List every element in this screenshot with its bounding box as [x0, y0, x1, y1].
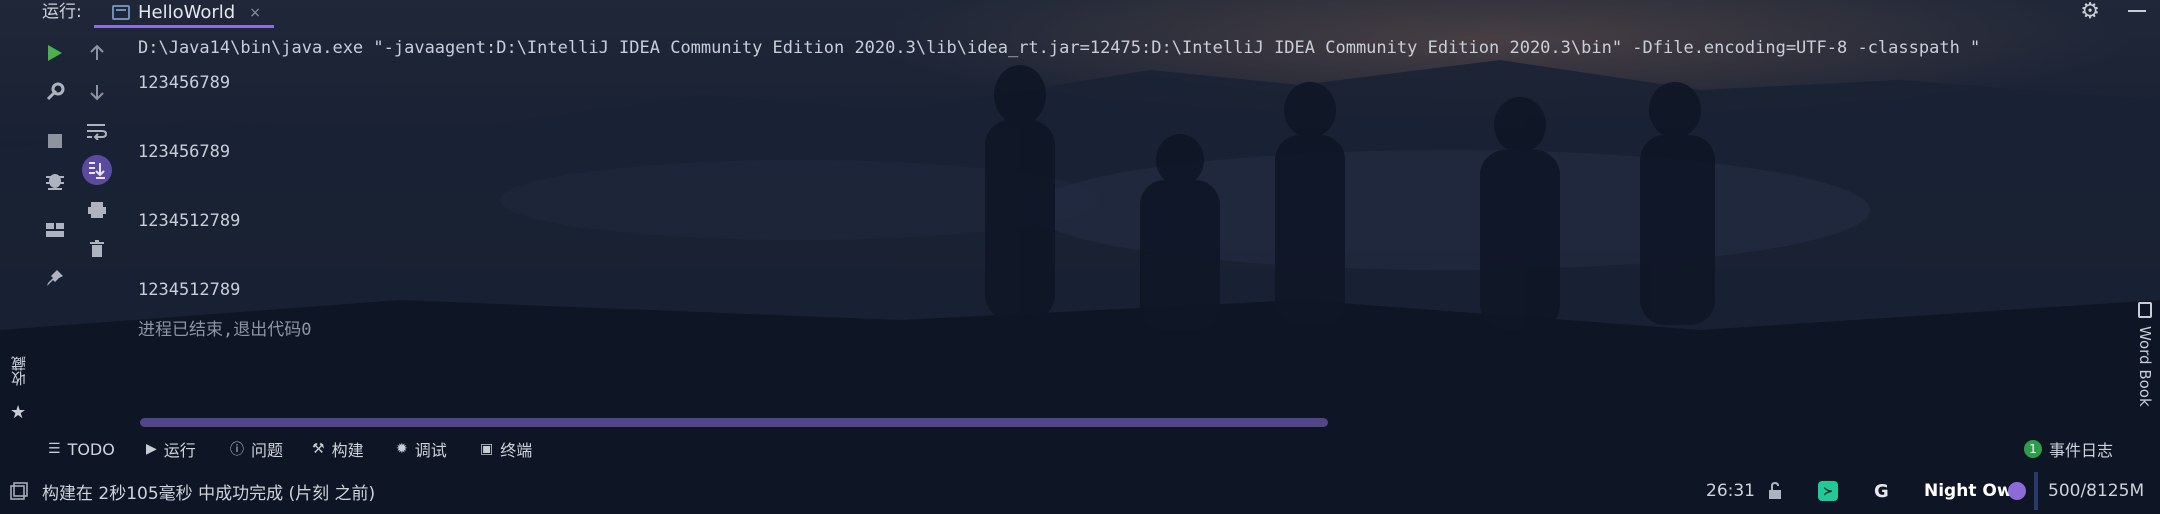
console-exit-message: 进程已结束,退出代码0 — [138, 320, 312, 340]
tab-run[interactable]: ▶ 运行 — [146, 436, 196, 462]
list-icon: ☰ — [48, 441, 61, 457]
console-command-line: D:\Java14\bin\java.exe "-javaagent:D:\In… — [138, 38, 1981, 58]
theme-dot-icon — [2008, 472, 2026, 510]
tab-problems-label: 问题 — [251, 441, 284, 460]
caret-position[interactable]: 26:31 — [1706, 472, 1755, 510]
console-icon — [112, 5, 130, 20]
play-icon: ▶ — [146, 441, 157, 457]
favorites-label: 收藏 — [10, 356, 28, 386]
info-icon: ⓘ — [230, 442, 244, 458]
star-icon: ★ — [10, 402, 27, 423]
google-icon[interactable]: G — [1874, 472, 1889, 510]
pin-button[interactable] — [42, 265, 68, 291]
bug-icon: ✹ — [396, 441, 408, 457]
scroll-to-end-icon — [89, 162, 105, 179]
hammer-icon: ⚒ — [312, 441, 325, 457]
bug-icon — [46, 174, 64, 190]
status-bar: 构建在 2秒105毫秒 中成功完成 (片刻 之前) 26:31 ≻ G Nigh… — [0, 472, 2160, 510]
trash-icon — [90, 240, 104, 257]
event-log-label: 事件日志 — [2049, 441, 2114, 460]
tab-title: HelloWorld — [138, 2, 236, 23]
play-icon — [48, 45, 62, 61]
tab-build[interactable]: ⚒ 构建 — [312, 436, 364, 462]
event-count-badge: 1 — [2024, 440, 2042, 458]
tab-todo-label: TODO — [67, 439, 115, 459]
tab-helloworld[interactable]: HelloWorld × — [94, 0, 274, 28]
square-icon — [10, 482, 28, 500]
scroll-down-button[interactable] — [84, 79, 110, 105]
terminal-icon: ▣ — [480, 441, 494, 457]
run-tool-window-header: 运行: HelloWorld × ⚙ — [0, 0, 2160, 30]
layout-icon — [46, 223, 64, 237]
arrow-up-icon — [90, 44, 104, 60]
tab-problems[interactable]: ⓘ 问题 — [230, 436, 283, 462]
tab-build-label: 构建 — [331, 441, 364, 460]
scroll-to-end-button[interactable] — [82, 155, 112, 185]
rerun-button[interactable] — [42, 40, 68, 66]
unlock-icon[interactable] — [1766, 472, 1784, 510]
tool-window-bar: ☰ TODO ▶ 运行 ⓘ 问题 ⚒ 构建 ✹ 调试 ▣ 终端 1 事件日志 — [0, 436, 2160, 462]
stop-button[interactable] — [42, 128, 68, 154]
event-log-tab[interactable]: 1 事件日志 — [2024, 436, 2113, 462]
minimize-icon[interactable] — [2128, 10, 2146, 12]
tab-todo[interactable]: ☰ TODO — [48, 436, 115, 462]
clear-all-button[interactable] — [84, 236, 110, 262]
stop-icon — [48, 134, 62, 148]
debug-button[interactable] — [42, 167, 68, 193]
wrap-icon — [87, 124, 108, 140]
console-line: 123456789 — [138, 142, 231, 162]
theme-name[interactable]: Night Owl — [1924, 472, 2018, 510]
arrow-down-icon — [90, 85, 104, 101]
console-line: 123456789 — [138, 73, 231, 93]
book-icon — [2138, 302, 2152, 318]
tab-terminal-label: 终端 — [500, 441, 533, 460]
console-line: 1234512789 — [138, 280, 241, 300]
console-line: 1234512789 — [138, 211, 241, 231]
favorites-side-tab[interactable]: 收藏 ★ — [4, 356, 32, 426]
scroll-up-button[interactable] — [84, 40, 110, 66]
print-icon — [88, 202, 106, 218]
tab-terminal[interactable]: ▣ 终端 — [480, 436, 532, 462]
gear-icon[interactable]: ⚙ — [2080, 0, 2100, 24]
terminal-plugin-icon[interactable]: ≻ — [1818, 472, 1838, 510]
toggle-tool-windows-button[interactable] — [10, 472, 28, 510]
tab-debug[interactable]: ✹ 调试 — [396, 436, 447, 462]
run-label: 运行: — [42, 2, 82, 22]
tab-debug-label: 调试 — [414, 441, 447, 460]
print-button[interactable] — [84, 197, 110, 223]
close-icon[interactable]: × — [249, 5, 261, 21]
wrench-icon — [46, 82, 65, 101]
layout-button[interactable] — [42, 217, 68, 243]
soft-wrap-button[interactable] — [84, 118, 110, 144]
word-book-side-tab[interactable]: Word Book — [2130, 300, 2160, 420]
tab-run-label: 运行 — [163, 441, 196, 460]
memory-indicator[interactable]: 500/8125M — [2034, 472, 2144, 510]
settings-button[interactable] — [42, 79, 68, 105]
status-message[interactable]: 构建在 2秒105毫秒 中成功完成 (片刻 之前) — [42, 472, 375, 510]
pin-icon — [47, 270, 63, 286]
horizontal-scrollbar[interactable] — [140, 418, 1328, 427]
word-book-label: Word Book — [2136, 326, 2154, 407]
